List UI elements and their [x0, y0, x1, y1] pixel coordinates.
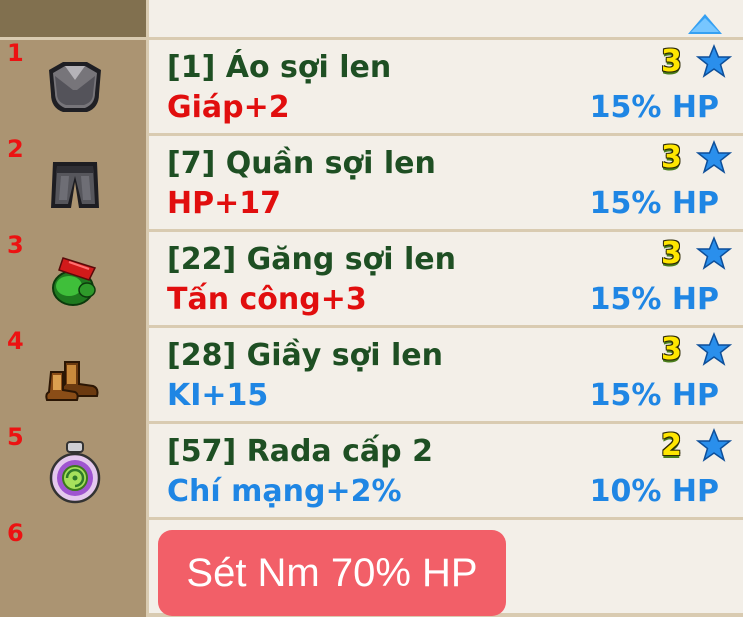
equipment-row[interactable]: 2 [7] Quần sợi len HP+17 15% HP 3	[0, 135, 743, 229]
star-level: 3	[661, 236, 682, 271]
star-level: 2	[661, 428, 682, 463]
slot-header	[0, 0, 146, 40]
item-bonus: Giáp+2	[167, 90, 290, 125]
item-name: [1] Áo sợi len	[167, 50, 392, 85]
item-name: [28] Giầy sợi len	[167, 338, 443, 373]
shirt-icon	[49, 62, 101, 112]
item-panel[interactable]: [28] Giầy sợi len KI+15 15% HP 3	[149, 328, 743, 421]
item-panel[interactable]: [57] Rada cấp 2 Chí mạng+2% 10% HP 2	[149, 424, 743, 517]
item-name: [57] Rada cấp 2	[167, 434, 433, 469]
star-icon	[696, 332, 732, 366]
star-icon	[696, 44, 732, 78]
boots-icon	[45, 361, 99, 401]
hp-percent: 10% HP	[589, 474, 719, 509]
star-level: 3	[661, 44, 682, 79]
gloves-icon	[52, 257, 97, 306]
equipment-row[interactable]: 1 [1] Áo sợi len Giáp+2 15% HP 3	[0, 39, 743, 133]
item-name: [22] Găng sợi len	[167, 242, 456, 277]
hp-percent: 15% HP	[589, 378, 719, 413]
item-panel[interactable]: [22] Găng sợi len Tấn công+3 15% HP 3	[149, 232, 743, 325]
pants-icon	[51, 162, 99, 208]
hp-percent: 15% HP	[589, 282, 719, 317]
slot-number: 3	[7, 231, 24, 259]
hp-percent: 15% HP	[589, 186, 719, 221]
slot-number: 2	[7, 135, 24, 163]
star-icon	[696, 236, 732, 270]
item-bonus: HP+17	[167, 186, 281, 221]
star-level: 3	[661, 140, 682, 175]
slot-number: 4	[7, 327, 24, 355]
item-panel[interactable]: [1] Áo sợi len Giáp+2 15% HP 3	[149, 40, 743, 133]
item-slot[interactable]: 5	[0, 423, 146, 517]
item-bonus: KI+15	[167, 378, 269, 413]
item-bonus: Tấn công+3	[167, 282, 367, 317]
radar-icon	[49, 441, 101, 504]
item-panel[interactable]: [7] Quần sợi len HP+17 15% HP 3	[149, 136, 743, 229]
equipment-row[interactable]: 5 [57] Rada cấp 2 Chí mạng+2% 10% HP 2	[0, 423, 743, 517]
star-level: 3	[661, 332, 682, 367]
star-icon	[696, 140, 732, 174]
item-slot[interactable]: 2	[0, 135, 146, 229]
item-slot[interactable]: 4	[0, 327, 146, 421]
hp-percent: 15% HP	[589, 90, 719, 125]
equipment-row[interactable]: 3 [22] Găng sợi len Tấn công+3 15% HP 3	[0, 231, 743, 325]
slot-number: 6	[7, 519, 24, 547]
equipment-row[interactable]: 4 [28] Giầy sợi len KI+15 15% HP 3	[0, 327, 743, 421]
next-slot-edge	[0, 613, 146, 617]
slot-number: 1	[7, 39, 24, 67]
star-icon	[696, 428, 732, 462]
slot-number: 5	[7, 423, 24, 451]
item-slot[interactable]: 6	[0, 519, 146, 613]
list-header	[149, 0, 743, 40]
item-slot[interactable]: 1	[0, 39, 146, 133]
item-bonus: Chí mạng+2%	[167, 474, 402, 509]
scroll-up-arrow-icon[interactable]	[688, 14, 722, 34]
caption-overlay: Sét Nm 70% HP	[158, 530, 506, 616]
item-slot[interactable]: 3	[0, 231, 146, 325]
item-name: [7] Quần sợi len	[167, 146, 436, 181]
